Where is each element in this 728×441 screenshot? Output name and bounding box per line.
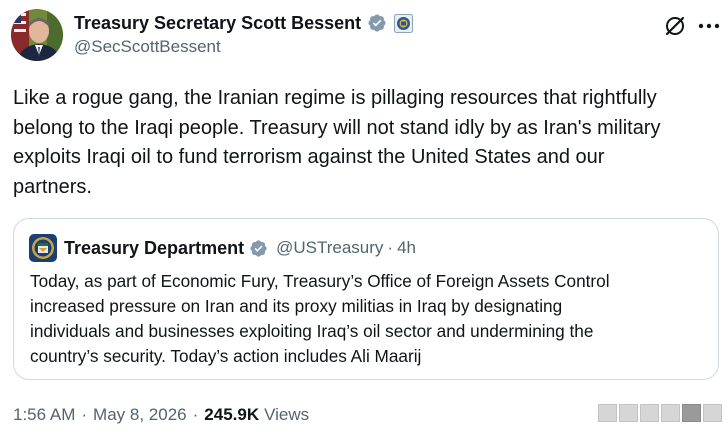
- quoted-tweet-card[interactable]: Treasury Department @USTreasury · 4h Tod…: [13, 218, 719, 380]
- quote-author-handle[interactable]: @USTreasury: [276, 238, 383, 258]
- quote-timestamp[interactable]: 4h: [397, 238, 416, 258]
- grok-icon: [665, 16, 685, 36]
- grok-button[interactable]: [662, 13, 688, 39]
- tweet-text: Like a rogue gang, the Iranian regime is…: [13, 87, 661, 198]
- author-avatar[interactable]: [11, 9, 63, 61]
- tweet-date[interactable]: May 8, 2026: [93, 405, 187, 425]
- treasury-logo-icon: [29, 234, 57, 262]
- more-icon: [698, 23, 720, 29]
- views-count: 245.9K: [204, 405, 260, 424]
- quote-header: Treasury Department @USTreasury · 4h: [64, 236, 416, 260]
- author-name[interactable]: Treasury Secretary Scott Bessent: [74, 13, 361, 34]
- watermark-square: [640, 404, 659, 422]
- quote-avatar[interactable]: [29, 234, 57, 262]
- watermark-squares: [598, 404, 722, 422]
- watermark-square: [703, 404, 722, 422]
- watermark-square: [682, 404, 701, 422]
- quote-text: Today, as part of Economic Fury, Treasur…: [30, 271, 610, 366]
- views-label: Views: [264, 405, 310, 424]
- watermark-square: [598, 404, 617, 422]
- meta-separator: ·: [81, 405, 88, 424]
- avatar-image: [11, 9, 63, 61]
- treasury-seal-icon[interactable]: [394, 13, 414, 33]
- quote-author-name[interactable]: Treasury Department: [64, 238, 244, 259]
- more-button[interactable]: [695, 13, 723, 39]
- verified-badge-icon[interactable]: [249, 239, 268, 258]
- author-handle[interactable]: @SecScottBessent: [74, 37, 221, 57]
- tweet-time[interactable]: 1:56 AM: [13, 405, 75, 425]
- meta-separator: ·: [192, 405, 199, 424]
- author-name-row: Treasury Secretary Scott Bessent: [74, 11, 414, 35]
- watermark-square: [619, 404, 638, 422]
- quote-separator: ·: [387, 238, 394, 257]
- watermark-square: [661, 404, 680, 422]
- tweet-meta: 1:56 AM · May 8, 2026 · 245.9K Views: [13, 404, 309, 426]
- verified-badge-icon[interactable]: [367, 13, 387, 33]
